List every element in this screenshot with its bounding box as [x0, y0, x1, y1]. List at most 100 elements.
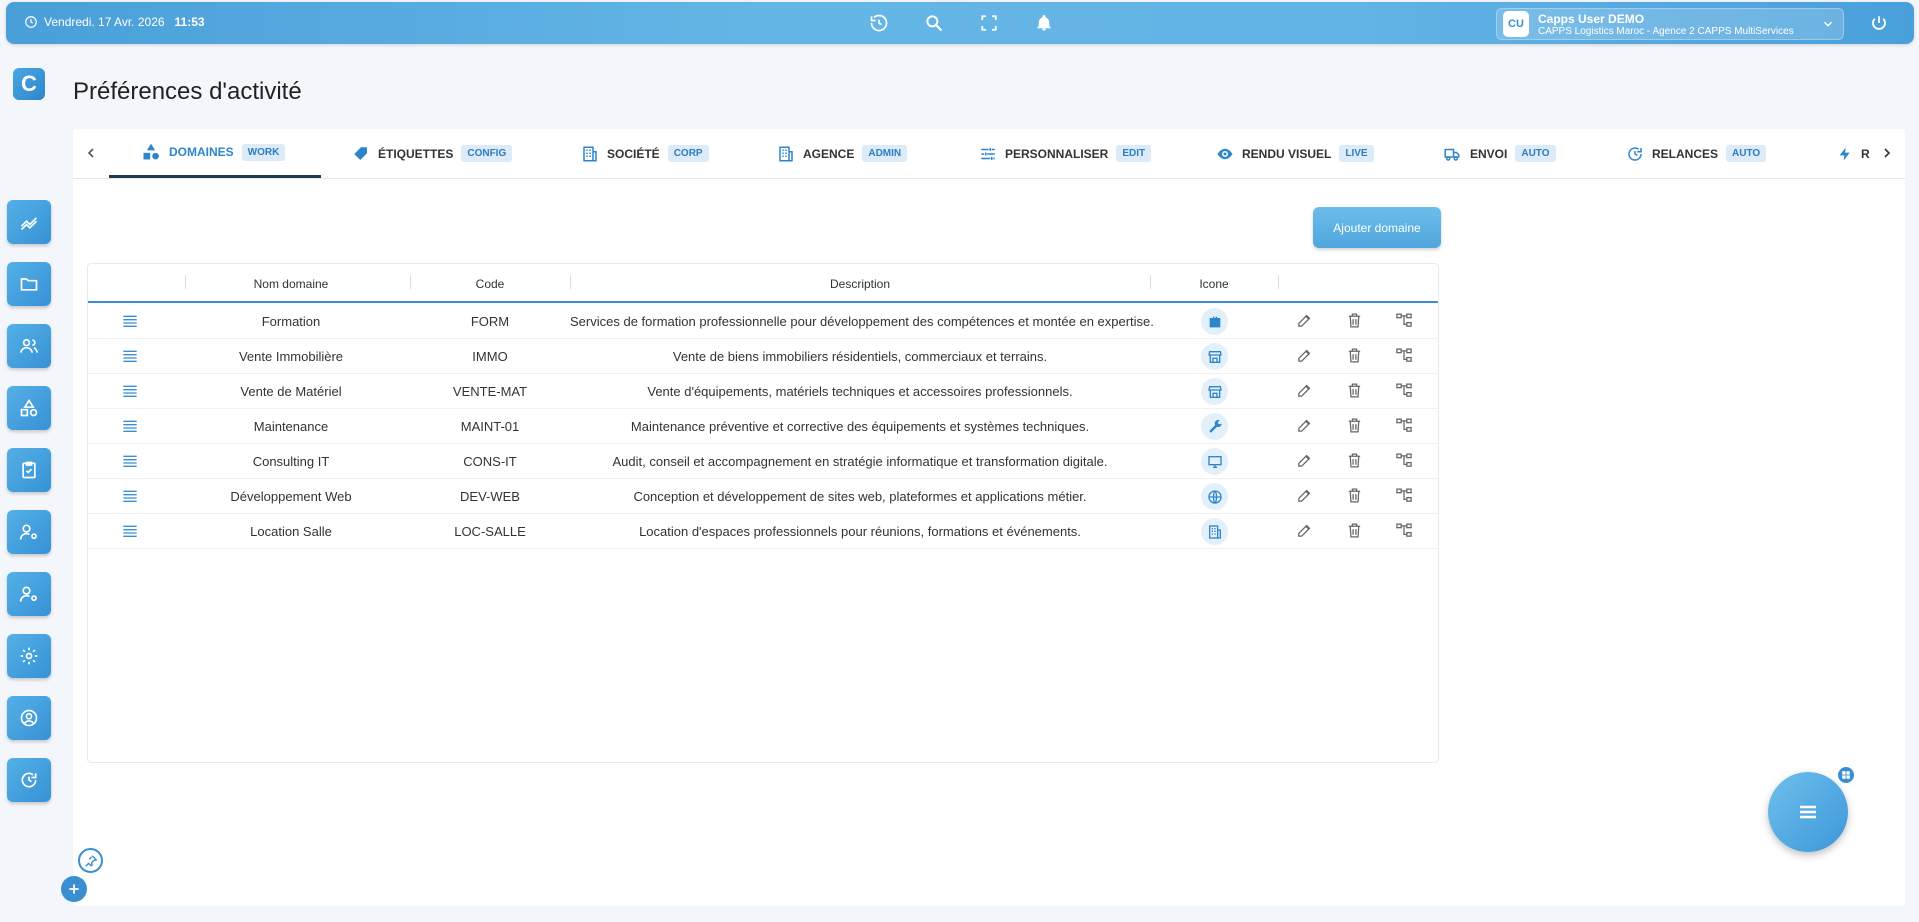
user-org: CAPPS Logistics Maroc - Agence 2 CAPPS M…	[1538, 26, 1794, 37]
edit-icon[interactable]	[1296, 522, 1313, 542]
delete-icon[interactable]	[1346, 417, 1363, 437]
cell-code: IMMO	[472, 349, 508, 364]
sidebar-folders[interactable]	[7, 262, 51, 306]
tabs-scroll-left-icon[interactable]	[83, 145, 99, 161]
tab-envoi[interactable]: ENVOI AUTO	[1442, 129, 1556, 178]
sidebar-admin[interactable]	[7, 572, 51, 616]
hierarchy-icon[interactable]	[1395, 417, 1413, 437]
main-card: DOMAINES WORK ÉTIQUETTES CONFIG SOCIÉTÉ …	[73, 129, 1905, 906]
column-header-icon[interactable]: Icone	[1150, 277, 1278, 291]
history-icon[interactable]	[868, 12, 890, 34]
shapes-icon	[143, 143, 159, 160]
tab-label: RELANCES	[1652, 146, 1719, 161]
tab-bar: DOMAINES WORK ÉTIQUETTES CONFIG SOCIÉTÉ …	[73, 129, 1905, 179]
hierarchy-icon[interactable]	[1395, 487, 1413, 507]
hierarchy-icon[interactable]	[1395, 347, 1413, 367]
user-name: Capps User DEMO	[1538, 12, 1645, 26]
delete-icon[interactable]	[1346, 487, 1363, 507]
table-row[interactable]: Formation FORM Services de formation pro…	[88, 304, 1438, 339]
fab-grid-badge[interactable]	[1836, 765, 1856, 785]
delete-icon[interactable]	[1346, 312, 1363, 332]
edit-icon[interactable]	[1296, 452, 1313, 472]
delete-icon[interactable]	[1346, 452, 1363, 472]
cell-name: Développement Web	[230, 489, 352, 504]
tab-rendu-visuel[interactable]: RENDU VISUEL LIVE	[1216, 129, 1374, 178]
column-header-description[interactable]: Description	[570, 277, 1150, 291]
edit-icon[interactable]	[1296, 382, 1313, 402]
hierarchy-icon[interactable]	[1395, 452, 1413, 472]
tab-domaines[interactable]: DOMAINES WORK	[109, 129, 321, 178]
store-icon	[1201, 343, 1228, 370]
add-floating-button[interactable]	[61, 876, 87, 902]
delete-icon[interactable]	[1346, 347, 1363, 367]
refresh-clock-icon	[1628, 146, 1642, 161]
tab-label: SOCIÉTÉ	[607, 146, 660, 161]
table-header: Nom domaine Code Description Icone	[88, 264, 1438, 303]
domains-table: Nom domaine Code Description Icone Forma…	[87, 263, 1439, 763]
edit-icon[interactable]	[1296, 312, 1313, 332]
sidebar-settings[interactable]	[7, 634, 51, 678]
sidebar-contacts[interactable]	[7, 324, 51, 368]
table-row[interactable]: Vente Immobilière IMMO Vente de biens im…	[88, 339, 1438, 374]
chevron-down-icon	[1824, 21, 1832, 27]
sidebar-profile[interactable]	[7, 696, 51, 740]
drag-handle-icon[interactable]	[122, 349, 138, 366]
bell-icon[interactable]	[1033, 12, 1055, 34]
sidebar-dashboard[interactable]	[7, 200, 51, 244]
hierarchy-icon[interactable]	[1395, 382, 1413, 402]
cell-description: Conception et développement de sites web…	[633, 489, 1087, 504]
cell-name: Formation	[261, 314, 321, 329]
fullscreen-icon[interactable]	[978, 12, 1000, 34]
table-row[interactable]: Vente de Matériel VENTE-MAT Vente d'équi…	[88, 374, 1438, 409]
table-row[interactable]: Consulting IT CONS-IT Audit, conseil et …	[88, 444, 1438, 479]
sidebar-categories[interactable]	[7, 386, 51, 430]
delete-icon[interactable]	[1346, 382, 1363, 402]
drag-handle-icon[interactable]	[122, 384, 138, 401]
drag-handle-icon[interactable]	[122, 314, 138, 331]
edit-icon[interactable]	[1296, 487, 1313, 507]
user-menu[interactable]: CU Capps User DEMO CAPPS Logistics Maroc…	[1496, 8, 1844, 40]
drag-handle-icon[interactable]	[122, 419, 138, 436]
fab-menu-button[interactable]	[1768, 772, 1848, 852]
power-icon[interactable]	[1868, 12, 1890, 34]
search-icon[interactable]	[923, 12, 945, 34]
table-row[interactable]: Location Salle LOC-SALLE Location d'espa…	[88, 514, 1438, 549]
tabs-scroll-right-icon[interactable]	[1879, 145, 1895, 161]
edit-icon[interactable]	[1296, 417, 1313, 437]
add-domain-button[interactable]: Ajouter domaine	[1313, 207, 1441, 248]
edit-icon[interactable]	[1296, 347, 1313, 367]
pin-button[interactable]	[78, 848, 103, 873]
clipboard-check-icon	[22, 461, 36, 479]
building-icon	[1201, 518, 1228, 545]
column-header-name[interactable]: Nom domaine	[188, 277, 394, 291]
sidebar-tasks[interactable]	[7, 448, 51, 492]
cell-description: Vente de biens immobiliers résidentiels,…	[672, 349, 1048, 364]
table-row[interactable]: Développement Web DEV-WEB Conception et …	[88, 479, 1438, 514]
hierarchy-icon[interactable]	[1395, 312, 1413, 332]
table-row[interactable]: Maintenance MAINT-01 Maintenance prévent…	[88, 409, 1438, 444]
column-header-code[interactable]: Code	[410, 277, 570, 291]
tab-relances[interactable]: RELANCES AUTO	[1626, 129, 1767, 178]
bolt-icon	[1839, 146, 1850, 161]
sliders-icon	[981, 147, 995, 160]
tab-etiquettes[interactable]: ÉTIQUETTES CONFIG	[352, 129, 513, 178]
app-logo[interactable]: C	[13, 68, 45, 100]
drag-handle-icon[interactable]	[122, 454, 138, 471]
tab-overflow[interactable]: R	[1837, 129, 1870, 178]
delete-icon[interactable]	[1346, 522, 1363, 542]
sidebar-user-settings[interactable]	[7, 510, 51, 554]
cell-code: LOC-SALLE	[454, 524, 526, 539]
drag-handle-icon[interactable]	[122, 524, 138, 541]
tab-personnaliser[interactable]: PERSONNALISER EDIT	[979, 129, 1152, 178]
tab-agence[interactable]: AGENCE ADMIN	[777, 129, 908, 178]
hierarchy-icon[interactable]	[1395, 522, 1413, 542]
drag-handle-icon[interactable]	[122, 489, 138, 506]
tab-societe[interactable]: SOCIÉTÉ CORP	[581, 129, 709, 178]
cell-description: Services de formation professionnelle po…	[570, 314, 1154, 329]
cell-description: Maintenance préventive et corrective des…	[630, 419, 1090, 434]
sidebar	[7, 200, 51, 820]
header-separator	[185, 275, 186, 289]
tab-badge: CONFIG	[461, 145, 513, 162]
tab-badge: LIVE	[1339, 145, 1374, 162]
sidebar-reminders[interactable]	[7, 758, 51, 802]
